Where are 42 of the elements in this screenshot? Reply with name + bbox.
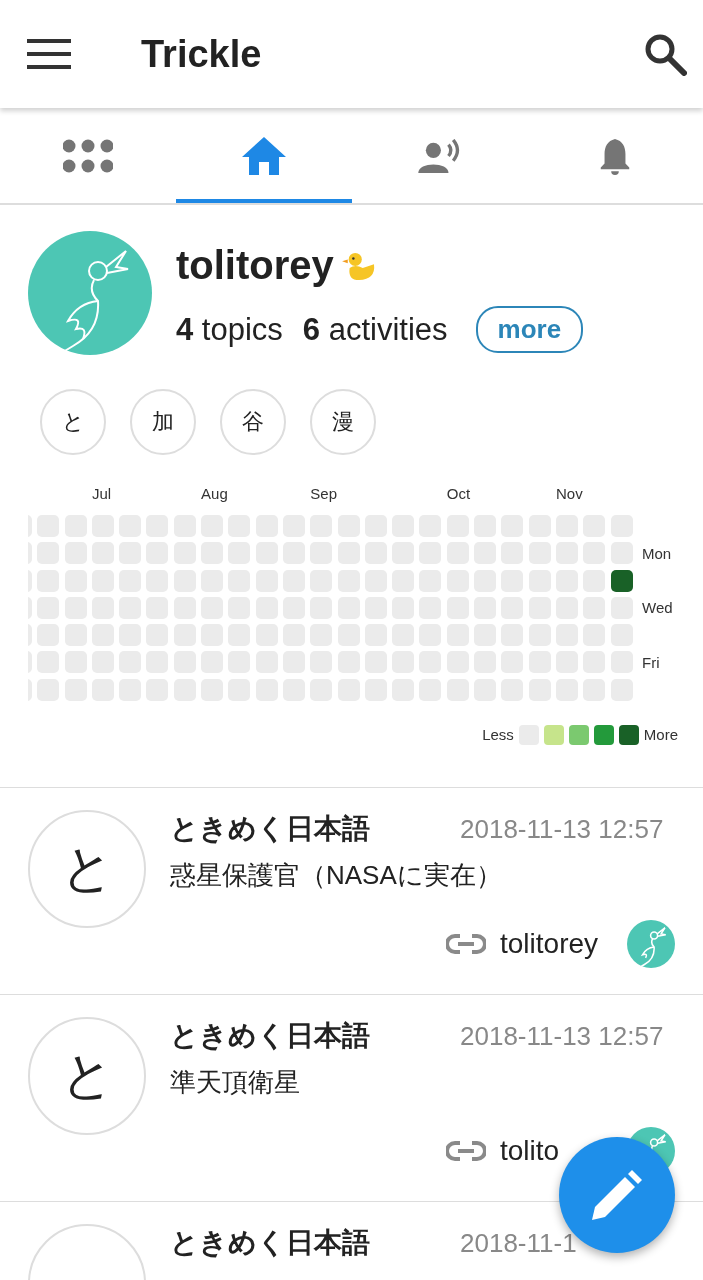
pencil-icon <box>592 1170 642 1220</box>
month-label: Aug <box>201 485 228 502</box>
more-button[interactable]: more <box>475 306 584 353</box>
apps-icon <box>63 138 113 173</box>
user-name: tolitorey <box>176 243 334 288</box>
topic-chip[interactable]: 谷 <box>220 389 286 455</box>
topic-name: ときめく日本語 <box>170 1225 370 1260</box>
topics-count: 4 topics <box>176 311 283 348</box>
legend-less-label: Less <box>482 726 514 744</box>
topic-avatar: と <box>28 809 146 928</box>
topic-chip[interactable]: と <box>40 389 106 455</box>
home-icon <box>242 136 286 175</box>
legend-more-label: More <box>643 726 678 744</box>
bird-avatar-icon <box>28 231 152 355</box>
weekday-label: Wed <box>642 599 673 617</box>
duck-icon <box>341 250 376 281</box>
post-time: 2018-11-13 12:57 <box>460 813 665 845</box>
topic-avatar: と <box>28 1016 146 1135</box>
app-title: Trickle <box>141 32 263 76</box>
month-label: Nov <box>556 485 583 502</box>
activities-count: 6 activities <box>302 311 448 348</box>
month-label: Sep <box>310 485 337 502</box>
post-time: 2018-11-13 12:57 <box>460 1020 665 1052</box>
topic-chip[interactable]: 加 <box>130 389 196 455</box>
weekday-label: Fri <box>642 654 660 671</box>
topic-name: ときめく日本語 <box>170 811 370 846</box>
topic-name: ときめく日本語 <box>170 1018 370 1053</box>
link-icon <box>446 1139 486 1162</box>
weekday-label: Mon <box>642 544 672 562</box>
topic-chip[interactable]: 漫 <box>310 389 376 455</box>
post-time: 2018-11-1 <box>460 1227 578 1259</box>
link-icon <box>446 932 486 955</box>
search-icon[interactable] <box>643 32 687 76</box>
bird-avatar-icon <box>627 919 675 968</box>
post-text: 惑星保護官（NASAに実在） <box>170 858 503 892</box>
menu-icon[interactable] <box>27 39 71 69</box>
post-text: 準天頂衛星 <box>170 1065 301 1099</box>
author-name[interactable]: tolito <box>500 1136 560 1165</box>
post-item[interactable]: と ときめく日本語 2018-11-13 12:57 惑星保護官（NASAに実在） tolitorey <box>0 786 703 994</box>
month-label: Jul <box>91 485 112 502</box>
month-label: Oct <box>446 485 471 502</box>
author-name[interactable]: tolitorey <box>500 929 599 958</box>
